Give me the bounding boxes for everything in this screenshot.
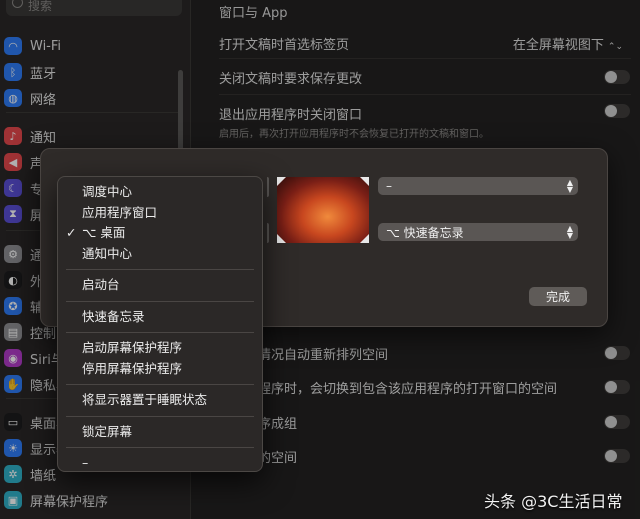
top-right-corner-popup[interactable]: – ▲ ▼ bbox=[378, 177, 578, 195]
top-left-corner-popup[interactable] bbox=[267, 177, 269, 197]
up-down-chevron-icon: ▲ ▼ bbox=[566, 178, 573, 194]
popup-value: ⌥ 快速备忘录 bbox=[386, 225, 464, 240]
menu-item-label: 调度中心 bbox=[82, 184, 133, 199]
menu-separator bbox=[66, 300, 254, 302]
corner-marker-icon bbox=[360, 234, 369, 243]
hot-corner-action-menu: 调度中心应用程序窗口 ✓ ⌥ 桌面通知中心启动台快速备忘录启动屏幕保护程序 停用屏幕保… bbox=[57, 176, 263, 472]
checkmark-icon: ✓ bbox=[66, 225, 77, 240]
menu-separator bbox=[66, 269, 254, 270]
menu-item-label: 将显示器置于睡眠状态 bbox=[82, 392, 208, 407]
corner-marker-icon bbox=[360, 177, 369, 186]
menu-separator bbox=[66, 384, 254, 385]
corner-marker-icon bbox=[277, 234, 286, 243]
done-button[interactable]: 完成 bbox=[529, 287, 587, 306]
menu-item[interactable]: 通知中心 bbox=[58, 244, 262, 265]
menu-item[interactable]: 启动屏幕保护程序 bbox=[58, 338, 262, 359]
menu-item-label: 通知中心 bbox=[82, 245, 133, 261]
menu-item-label: ⌥ 桌面 bbox=[82, 225, 126, 240]
menu-item-label: 快速备忘录 bbox=[82, 308, 145, 324]
popup-value: – bbox=[386, 179, 392, 193]
menu-item[interactable]: 应用程序窗口 bbox=[58, 203, 262, 224]
menu-item[interactable]: 调度中心 bbox=[58, 182, 262, 203]
corner-marker-icon bbox=[277, 177, 286, 186]
menu-item[interactable]: – bbox=[58, 453, 262, 474]
menu-item-label: 锁定屏幕 bbox=[82, 423, 133, 439]
menu-item[interactable]: 停用屏幕保护程序 bbox=[58, 359, 262, 380]
menu-separator bbox=[66, 447, 254, 448]
menu-item[interactable]: 锁定屏幕 bbox=[58, 422, 262, 443]
menu-separator bbox=[66, 332, 254, 333]
menu-item[interactable]: 将显示器置于睡眠状态 bbox=[58, 390, 262, 411]
menu-item-label: 启动台 bbox=[82, 277, 120, 292]
menu-item[interactable]: 启动台 bbox=[58, 275, 262, 296]
menu-item[interactable]: ✓ ⌥ 桌面 bbox=[58, 223, 262, 244]
bottom-right-corner-popup[interactable]: ⌥ 快速备忘录 ▲ ▼ bbox=[378, 223, 578, 241]
watermark: 头条 @3C生活日常 bbox=[484, 492, 623, 511]
menu-item-label: 启动屏幕保护程序 bbox=[82, 340, 183, 355]
menu-item-label: – bbox=[82, 455, 89, 470]
bottom-left-corner-popup[interactable] bbox=[267, 223, 269, 243]
desktop-preview-image bbox=[277, 177, 369, 243]
menu-item-label: 停用屏幕保护程序 bbox=[82, 360, 183, 376]
up-down-chevron-icon: ▲ ▼ bbox=[566, 224, 573, 240]
menu-item[interactable]: 快速备忘录 bbox=[58, 307, 262, 328]
menu-item-label: 应用程序窗口 bbox=[82, 204, 158, 220]
menu-separator bbox=[66, 415, 254, 417]
